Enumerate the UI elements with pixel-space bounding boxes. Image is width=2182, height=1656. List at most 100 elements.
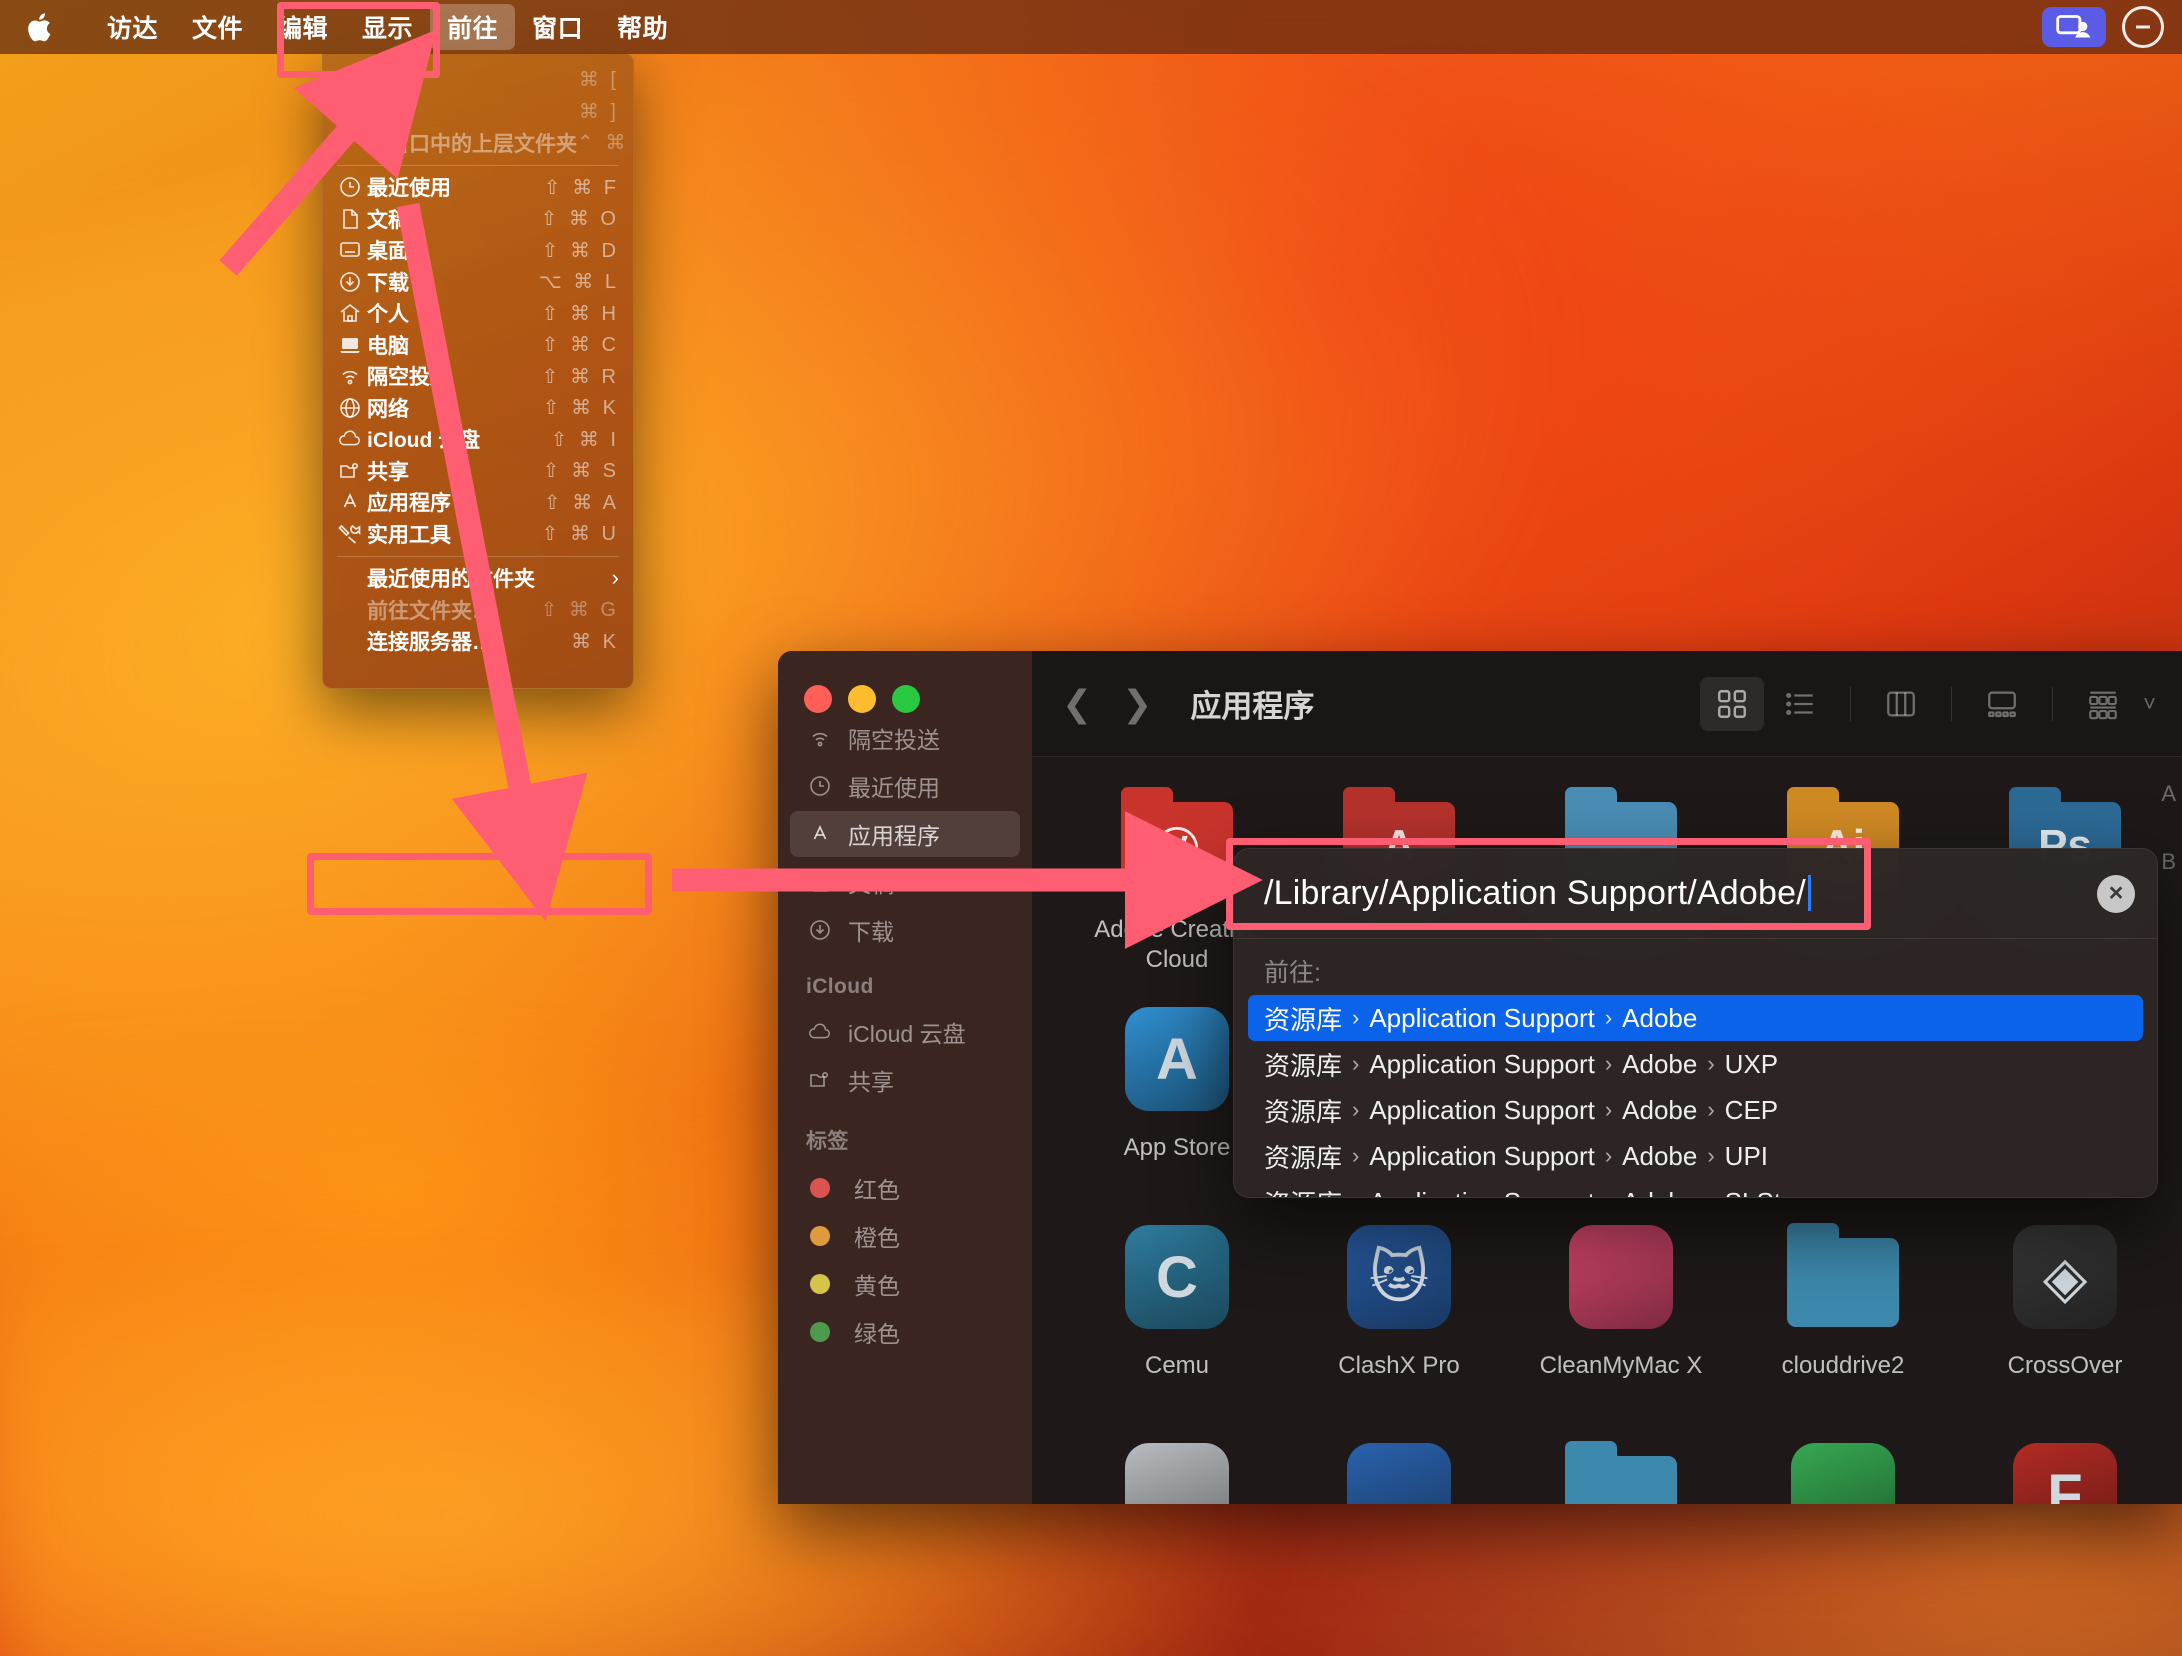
sidebar-item-label: 隔空投送 [848,727,940,753]
go-menu-item-5[interactable]: 文稿 ⇧ ⌘ O [323,203,633,235]
suggestion-row[interactable]: 资源库 › Application Support › Adobe › UXP [1248,1041,2143,1087]
view-mode-group[interactable]: ˅ [1700,676,2156,731]
column-view-icon[interactable] [1869,677,1933,731]
sidebar-item-应用程序[interactable]: 应用程序 [790,811,1020,857]
breadcrumb-separator-icon: › [1352,1189,1359,1197]
applications-icon [806,820,834,848]
sidebar-item-下载[interactable]: 下载 [790,907,1020,953]
app-grid-item[interactable] [1510,1437,1732,1504]
go-menu-item-15[interactable]: 实用工具 ⇧ ⌘ U [323,518,633,550]
app-grid-item-label: CrossOver [2007,1352,2123,1379]
go-menu-item-shortcut: ⇧ ⌘ A [543,491,619,514]
app-grid-item[interactable]: ◈ CrossOver [1954,1219,2176,1437]
tag-color-dot [810,1274,830,1294]
go-menu-item-17[interactable]: 最近使用的文件夹 › [323,563,633,595]
menubar-item-3[interactable]: 显示 [345,4,430,50]
apple-logo-icon[interactable] [26,10,56,44]
chevron-left-icon[interactable]: ❮ [1062,683,1092,725]
app-grid-item[interactable] [1066,1437,1288,1504]
group-by-icon[interactable] [2071,677,2135,731]
breadcrumb-segment: Adobe [1622,1048,1698,1079]
menubar-item-0[interactable]: 访达 [90,4,175,50]
sidebar-tag-橙色[interactable]: 橙色 [790,1213,1020,1259]
app-grid-item[interactable]: CleanMyMac X [1510,1219,1732,1437]
app-grid-item[interactable] [1732,1437,1954,1504]
app-grid-item[interactable] [1288,1437,1510,1504]
go-menu-item-label: 桌面 [367,240,409,264]
menubar-item-1[interactable]: 文件 [175,4,260,50]
suggestion-list: 资源库 › Application Support › Adobe 资源库 › Applica… [1234,995,2157,1198]
go-menu-item-1[interactable]: 前进 ⌘ ] [323,96,633,128]
go-menu-item-6[interactable]: 桌面 ⇧ ⌘ D [323,235,633,267]
breadcrumb-separator-icon: › [1707,1051,1715,1076]
app-grid-item[interactable]: clouddrive2 [1732,1219,1954,1437]
sidebar-item-隔空投送[interactable]: 隔空投送 [790,715,1020,761]
path-input[interactable]: /Library/Application Support/Adobe/ [1264,874,2097,913]
clear-circle-icon[interactable]: × [2097,874,2135,913]
go-menu-item-label: 连接服务器… [367,631,493,655]
clashx-pro-icon: 🐱 [1341,1219,1457,1335]
minimize-button[interactable] [848,685,876,713]
go-menu-item-10[interactable]: 隔空投送 ⇧ ⌘ R [323,361,633,393]
sidebar-tag-黄色[interactable]: 黄色 [790,1261,1020,1307]
sidebar-item-iCloud 云盘[interactable]: iCloud 云盘 [790,1009,1020,1055]
go-menu-item-4[interactable]: 最近使用 ⇧ ⌘ F [323,172,633,204]
breadcrumb-separator-icon: › [1352,1051,1360,1076]
sidebar-item-最近使用[interactable]: 最近使用 [790,763,1020,809]
breadcrumb-separator-icon: › [1605,1189,1612,1197]
tag-color-dot [810,1322,830,1342]
app-grid-item[interactable]: 🐱 ClashX Pro [1288,1219,1510,1437]
path-input-row[interactable]: /Library/Application Support/Adobe/ × [1234,849,2157,939]
go-menu-item-2[interactable]: 新窗口中的上层文件夹⌃ ⌘ ▲ [323,127,633,159]
breadcrumb-segment: 资源库 [1264,1096,1343,1127]
go-menu-item-shortcut: ⌘ ] [578,100,619,123]
go-menu-item-19[interactable]: 连接服务器… ⌘ K [323,626,633,658]
menubar-item-2[interactable]: 编辑 [260,4,345,50]
suggestion-row[interactable]: 资源库 › Application Support › Adobe › CEP [1248,1087,2143,1133]
go-menu-item-8[interactable]: 个人 ⇧ ⌘ H [323,298,633,330]
go-menu-item-shortcut: ⇧ ⌘ H [541,302,619,325]
alpha-index-B[interactable]: B [2161,849,2176,875]
go-menu-item-label: 文稿 [367,208,409,232]
download-icon [333,270,367,294]
go-menu-item-14[interactable]: 应用程序 ⇧ ⌘ A [323,487,633,519]
suggestion-row[interactable]: 资源库 › Application Support › Adobe › SLStore [1248,1179,2143,1198]
sidebar-item-label: 最近使用 [848,775,940,801]
go-menu-item-label: 返回 [367,69,409,93]
alpha-index-A[interactable]: A [2161,781,2176,807]
breadcrumb-separator-icon: › [1707,1143,1715,1168]
go-menu-item-13[interactable]: 共享 ⇧ ⌘ S [323,455,633,487]
go-menu-item-12[interactable]: iCloud 云盘 ⇧ ⌘ I [323,424,633,456]
alphabet-index[interactable]: AB [2161,781,2176,875]
go-menu-item-9[interactable]: 电脑 ⇧ ⌘ C [323,329,633,361]
zoom-button[interactable] [892,685,920,713]
path-input-value: /Library/Application Support/Adobe/ [1264,874,1806,912]
control-center-icon[interactable] [2122,6,2164,48]
chevron-down-icon[interactable]: ˅ [2143,691,2156,717]
app-grid-item[interactable]: C Cemu [1066,1219,1288,1437]
sidebar-tag-红色[interactable]: 红色 [790,1165,1020,1211]
menubar-item-5[interactable]: 窗口 [515,4,600,50]
menubar-item-4[interactable]: 前往 [430,4,516,50]
go-menu-item-11[interactable]: 网络 ⇧ ⌘ K [323,392,633,424]
go-to-folder-dialog: /Library/Application Support/Adobe/ × 前往… [1233,848,2158,1198]
chevron-right-icon[interactable]: ❯ [1122,683,1152,725]
sidebar-item-文稿[interactable]: 文稿 [790,859,1020,905]
sidebar-item-共享[interactable]: 共享 [790,1057,1020,1103]
window-traffic-lights[interactable] [778,663,1032,713]
breadcrumb-segment: UPI [1724,1140,1769,1171]
screen-share-icon[interactable] [2042,7,2106,47]
app-grid-item[interactable]: F [1954,1437,2176,1504]
sidebar-tag-绿色[interactable]: 绿色 [790,1309,1020,1355]
close-button[interactable] [804,685,832,713]
go-menu-item-0[interactable]: 返回 ⌘ [ [323,64,633,96]
suggestion-row[interactable]: 资源库 › Application Support › Adobe › UPI [1248,1133,2143,1179]
go-menu-item-7[interactable]: 下载 ⌥ ⌘ L [323,266,633,298]
go-menu-item-shortcut: ⇧ ⌘ U [541,523,619,546]
menubar-item-6[interactable]: 帮助 [600,4,685,50]
go-menu-item-18[interactable]: 前往文件夹… ⇧ ⌘ G [323,594,633,626]
list-view-icon[interactable] [1768,677,1832,731]
icon-view-icon[interactable] [1700,676,1765,731]
gallery-view-icon[interactable] [1970,677,2034,731]
suggestion-row[interactable]: 资源库 › Application Support › Adobe [1248,995,2143,1041]
